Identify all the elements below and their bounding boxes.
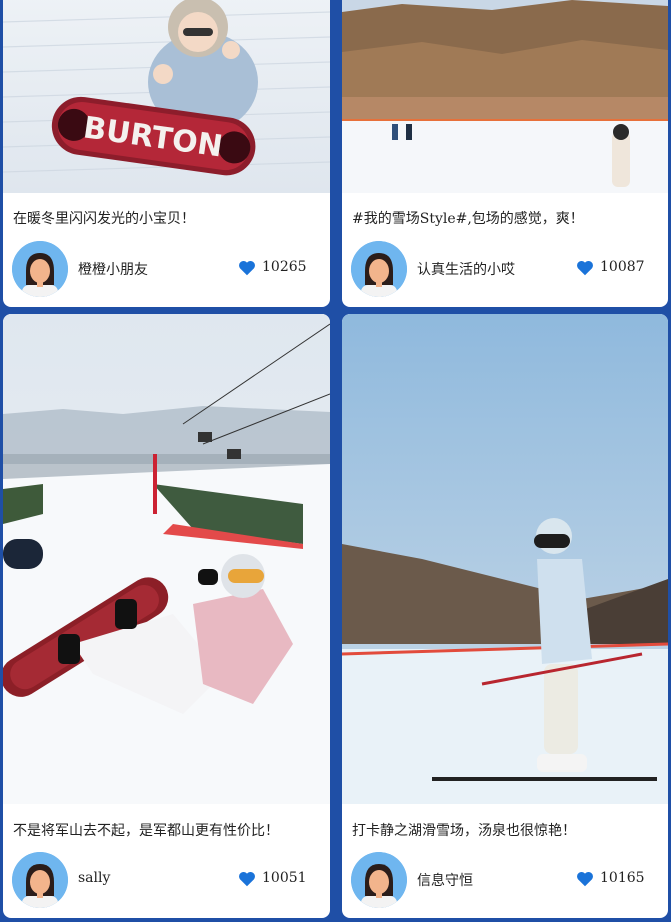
like-count: 10087: [600, 259, 645, 275]
like-count: 10265: [262, 259, 307, 275]
author-name[interactable]: sally: [78, 870, 110, 886]
avatar-icon[interactable]: [12, 241, 68, 297]
post-card[interactable]: 不是将军山去不起，是军都山更有性价比！ sally 10051: [3, 314, 330, 918]
author-name[interactable]: 橙橙小朋友: [78, 259, 148, 279]
author-name[interactable]: 信息守恒: [417, 870, 473, 890]
post-author[interactable]: sally 10051: [12, 852, 320, 908]
feed-grid: BURTON 在暖冬里闪闪发光的小宝贝！ 橙橙小朋友 10265 #我的雪场St…: [0, 0, 671, 922]
post-caption[interactable]: 打卡静之湖滑雪场，汤泉也很惊艳！: [352, 820, 658, 840]
post-author[interactable]: 橙橙小朋友 10265: [12, 241, 320, 297]
heart-icon[interactable]: [238, 871, 256, 887]
avatar-icon[interactable]: [351, 852, 407, 908]
post-author[interactable]: 信息守恒 10165: [351, 852, 658, 908]
post-caption[interactable]: 在暖冬里闪闪发光的小宝贝！: [13, 208, 320, 228]
post-caption[interactable]: 不是将军山去不起，是军都山更有性价比！: [13, 820, 320, 840]
post-card[interactable]: 打卡静之湖滑雪场，汤泉也很惊艳！ 信息守恒 10165: [342, 314, 668, 918]
like-button[interactable]: 10265: [238, 259, 308, 279]
post-author[interactable]: 认真生活的小哎 10087: [351, 241, 658, 297]
like-count: 10051: [262, 870, 307, 886]
avatar-icon[interactable]: [12, 852, 68, 908]
like-button[interactable]: 10051: [238, 870, 308, 890]
like-button[interactable]: 10165: [576, 870, 646, 890]
like-button[interactable]: 10087: [576, 259, 646, 279]
post-image[interactable]: [342, 314, 668, 804]
post-card[interactable]: #我的雪场Style#,包场的感觉，爽！ 认真生活的小哎 10087: [342, 0, 668, 307]
like-count: 10165: [600, 870, 645, 886]
author-name[interactable]: 认真生活的小哎: [417, 259, 515, 279]
avatar-icon[interactable]: [351, 241, 407, 297]
post-image[interactable]: [342, 0, 668, 193]
post-image[interactable]: BURTON: [3, 0, 330, 193]
post-caption[interactable]: #我的雪场Style#,包场的感觉，爽！: [352, 208, 658, 228]
heart-icon[interactable]: [238, 260, 256, 276]
post-card[interactable]: BURTON 在暖冬里闪闪发光的小宝贝！ 橙橙小朋友 10265: [3, 0, 330, 307]
heart-icon[interactable]: [576, 871, 594, 887]
heart-icon[interactable]: [576, 260, 594, 276]
post-image[interactable]: [3, 314, 330, 804]
